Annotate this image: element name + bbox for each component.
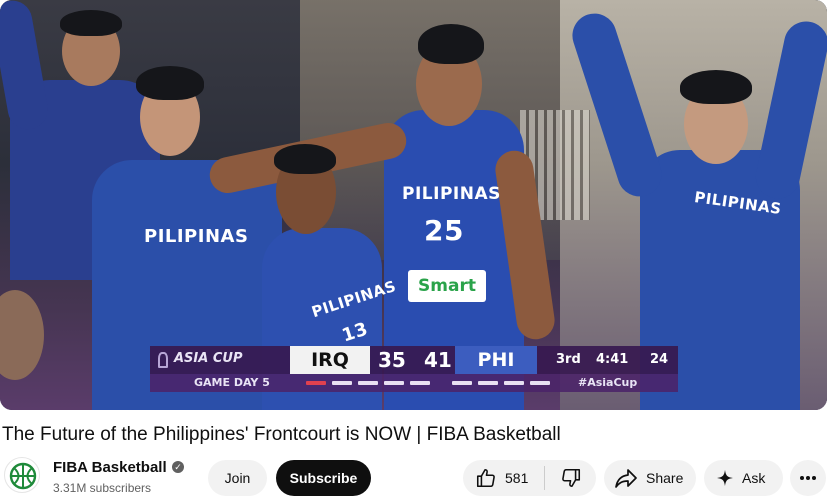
more-actions-button[interactable]: [790, 460, 826, 496]
foul-indicator-left-2: [332, 381, 352, 385]
subscribe-button-label: Subscribe: [289, 470, 358, 486]
fiba-logo-icon: [9, 462, 37, 490]
jersey-text-player-25: PILIPINAS: [402, 184, 501, 204]
scoreboard-game-day: GAME DAY 5: [194, 376, 270, 389]
video-title: The Future of the Philippines' Frontcour…: [2, 424, 561, 445]
scoreboard-event: ASIA CUP: [174, 351, 243, 366]
scoreboard-clock: 4:41: [596, 352, 629, 367]
foul-indicator-right-3: [504, 381, 524, 385]
jersey-text-left-bench: PILIPINAS: [144, 226, 249, 247]
thumbs-down-icon: [560, 467, 582, 489]
foul-indicator-left-3: [358, 381, 378, 385]
player-13-hair: [274, 144, 336, 174]
scoreboard-score-right: 41: [424, 348, 452, 372]
ask-button[interactable]: Ask: [704, 460, 783, 496]
verified-check-icon: ✓: [172, 461, 184, 473]
scoreboard-quarter: 3rd: [556, 352, 581, 367]
scoreboard-shot-clock: 24: [650, 352, 669, 367]
foul-indicator-left-1: [306, 381, 326, 385]
bench-player-left-hair: [136, 66, 204, 100]
jersey-sponsor-smart: Smart: [408, 270, 486, 302]
scoreboard-hashtag: #AsiaCup: [578, 376, 638, 389]
scoreboard-score-left: 35: [378, 348, 406, 372]
channel-avatar[interactable]: [4, 457, 40, 493]
share-button-label: Share: [646, 470, 684, 486]
scoreboard-team-left: IRQ: [290, 346, 370, 374]
share-button[interactable]: Share: [604, 460, 696, 496]
channel-name[interactable]: FIBA Basketball: [53, 459, 167, 476]
bench-player-right-hair: [680, 70, 752, 104]
jersey-number-player-25: 25: [424, 214, 464, 247]
foul-indicator-right-1: [452, 381, 472, 385]
asia-cup-logo-icon: [158, 352, 168, 368]
ask-button-label: Ask: [742, 470, 766, 486]
like-dislike-group: 581: [463, 460, 596, 496]
foul-indicator-right-2: [478, 381, 498, 385]
like-count: 581: [505, 470, 529, 486]
like-button[interactable]: 581: [463, 460, 544, 496]
foul-indicator-right-4: [530, 381, 550, 385]
more-horizontal-icon: [799, 475, 817, 481]
bench-player-far-left-hair: [60, 10, 122, 36]
dislike-button[interactable]: [545, 460, 596, 496]
subscriber-count: 3.31M subscribers: [53, 481, 152, 495]
player-25-hair: [418, 24, 484, 64]
share-arrow-icon: [614, 467, 638, 489]
subscribe-button[interactable]: Subscribe: [276, 460, 371, 496]
join-button[interactable]: Join: [208, 460, 267, 496]
scoreboard: ASIA CUP IRQ 35 41 PHI 3rd 4:41 24 GAME …: [150, 346, 678, 392]
foul-indicator-left-5: [410, 381, 430, 385]
scoreboard-team-right: PHI: [455, 346, 537, 374]
video-player[interactable]: PILIPINAS PILIPINAS PILIPINAS 25 Smart P…: [0, 0, 827, 410]
thumbs-up-icon: [475, 467, 497, 489]
foul-indicator-left-4: [384, 381, 404, 385]
join-button-label: Join: [224, 470, 251, 486]
sparkle-icon: [716, 469, 734, 487]
